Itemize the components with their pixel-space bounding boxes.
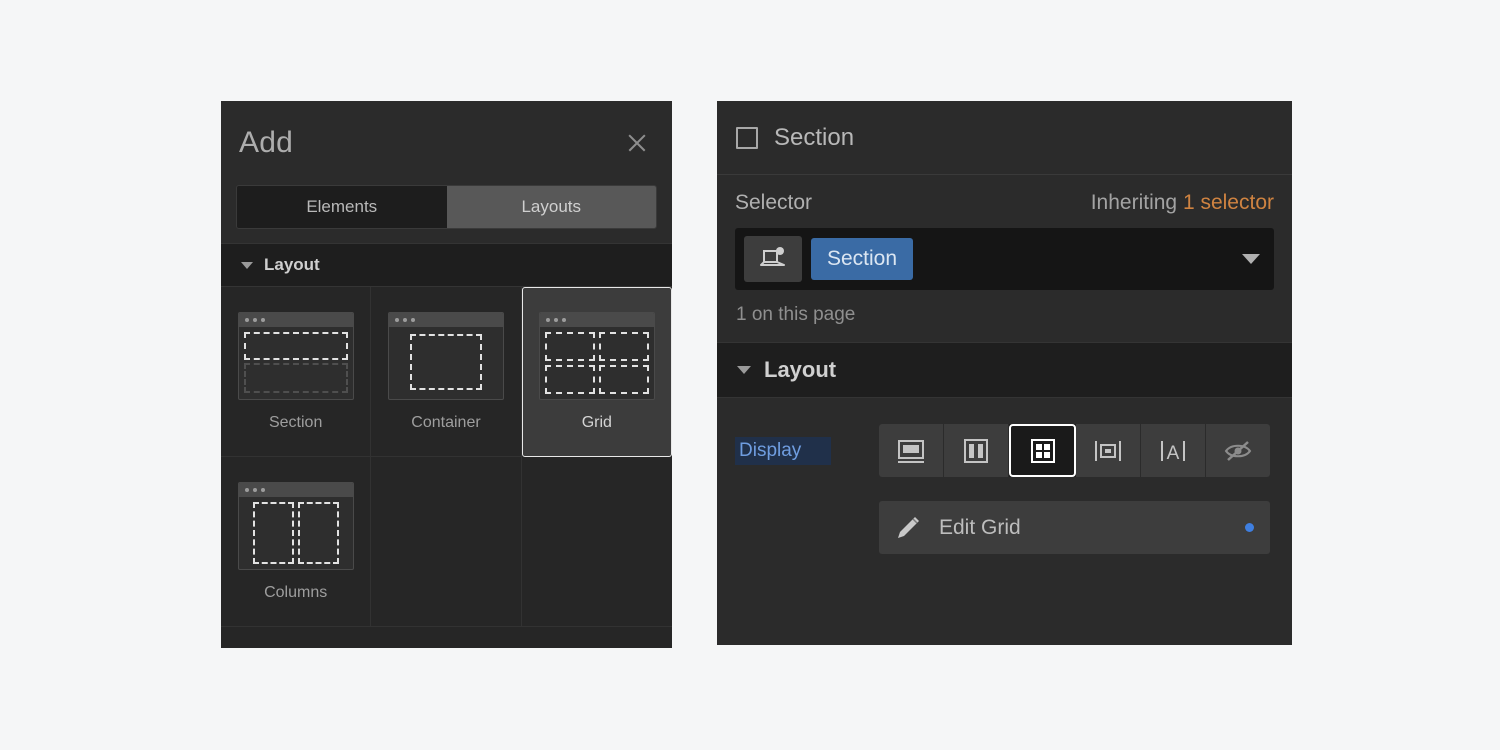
svg-text:A: A [1167, 443, 1180, 464]
add-panel-header: Add [221, 101, 672, 185]
hidden-eye-icon [1224, 440, 1252, 461]
section-thumbnail-icon [237, 311, 354, 400]
titlebar-dot [402, 317, 407, 322]
thumbnail-shape [544, 365, 595, 394]
titlebar-dot [561, 318, 566, 322]
add-panel: Add Elements Layouts Layout Section Cont… [221, 101, 672, 648]
display-none-button[interactable] [1206, 424, 1270, 477]
titlebar-dot [244, 317, 249, 322]
thumbnail-shape [243, 331, 348, 360]
inheriting-status: Inheriting 1 selector [1091, 191, 1274, 215]
style-panel-header: Section [717, 101, 1292, 175]
titlebar-dot [553, 318, 558, 322]
element-card-grid[interactable]: Grid [521, 287, 672, 457]
thumbnail-body [239, 327, 353, 399]
element-card-empty-slot [371, 457, 522, 627]
element-card-label: Columns [264, 583, 328, 601]
container-thumbnail-icon [387, 311, 504, 400]
thumbnail-body [239, 497, 353, 569]
selector-field[interactable]: Section [735, 228, 1274, 290]
add-panel-card-grid: Section Container Grid Columns [221, 287, 672, 648]
square-outline-icon [736, 126, 758, 149]
titlebar-dot [260, 317, 265, 322]
element-card-container[interactable]: Container [371, 287, 522, 457]
thumbnail-body [389, 327, 503, 399]
display-block-button[interactable] [879, 424, 944, 477]
desktop-device-icon[interactable] [744, 236, 802, 282]
thumbnail-shape [544, 332, 595, 361]
titlebar-dot [244, 487, 249, 492]
blue-dot-indicator [1245, 523, 1254, 532]
selector-label: Selector [735, 191, 813, 214]
selector-row: Selector Inheriting 1 selector [735, 191, 1274, 215]
chevron-down-icon[interactable] [1242, 254, 1260, 264]
display-inline-block-button[interactable] [1076, 424, 1142, 477]
thumbnail-titlebar [539, 313, 654, 327]
titlebar-dot [252, 317, 257, 322]
element-card-section[interactable]: Section [221, 287, 372, 457]
tab-layouts[interactable]: Layouts [446, 186, 656, 228]
add-panel-tabs: Elements Layouts [236, 185, 657, 229]
layout-section-body: Display A Edit Grid [717, 398, 1292, 645]
add-panel-title: Add [239, 126, 293, 159]
thumbnail-shape [243, 362, 348, 393]
titlebar-dot [545, 318, 550, 322]
display-option-group: A [879, 424, 1270, 477]
titlebar-dot [410, 317, 415, 322]
thumbnail-shape [409, 333, 482, 390]
titlebar-dot [260, 487, 265, 492]
grid-thumbnail-icon [538, 312, 655, 400]
titlebar-dot [252, 487, 257, 492]
titlebar-dot [394, 317, 399, 322]
element-card-columns[interactable]: Columns [221, 457, 372, 627]
chevron-down-icon [737, 366, 751, 374]
display-flex-button[interactable] [943, 424, 1009, 477]
inline-text-icon: A [1161, 440, 1186, 464]
display-grid-button[interactable] [1008, 424, 1077, 477]
thumbnail-shape [252, 501, 294, 564]
section-header-label: Layout [264, 255, 320, 274]
element-card-label: Section [268, 413, 323, 431]
element-card-label: Grid [581, 414, 612, 431]
selector-block: Selector Inheriting 1 selector Section 1… [717, 175, 1292, 342]
close-icon[interactable] [624, 130, 650, 156]
thumbnail-titlebar [238, 482, 353, 497]
inline-block-icon [1095, 440, 1122, 461]
inheriting-count-link[interactable]: 1 selector [1183, 191, 1274, 214]
display-controls: A Edit Grid [879, 424, 1270, 554]
columns-thumbnail-icon [237, 481, 354, 570]
grid-icon [1030, 438, 1055, 463]
thumbnail-titlebar [238, 312, 353, 327]
edit-grid-button[interactable]: Edit Grid [879, 501, 1270, 554]
thumbnail-titlebar [388, 312, 503, 327]
block-icon [897, 439, 924, 463]
pencil-icon [898, 516, 919, 538]
selector-usage-count: 1 on this page [736, 304, 856, 325]
section-header-label: Layout [764, 357, 837, 382]
chevron-down-icon [241, 261, 253, 269]
style-panel: Section Selector Inheriting 1 selector S… [717, 101, 1292, 645]
element-card-label: Container [411, 413, 481, 431]
thumbnail-shape [598, 332, 649, 361]
style-panel-title: Section [774, 123, 855, 151]
add-panel-section-layout-header[interactable]: Layout [221, 243, 672, 287]
thumbnail-shape [297, 501, 339, 564]
display-inline-button[interactable]: A [1141, 424, 1207, 477]
style-panel-section-layout-header[interactable]: Layout [717, 342, 1292, 398]
thumbnail-body [540, 327, 654, 399]
edit-grid-label: Edit Grid [939, 515, 1021, 539]
tab-elements[interactable]: Elements [237, 186, 447, 228]
display-property-label: Display [735, 437, 831, 465]
element-card-empty-slot [521, 457, 672, 627]
selector-chip-section[interactable]: Section [811, 238, 914, 280]
flex-icon [963, 438, 988, 463]
inheriting-prefix: Inheriting [1090, 191, 1183, 214]
thumbnail-shape [598, 365, 649, 394]
display-property-row: Display A Edit Grid [735, 424, 1270, 554]
